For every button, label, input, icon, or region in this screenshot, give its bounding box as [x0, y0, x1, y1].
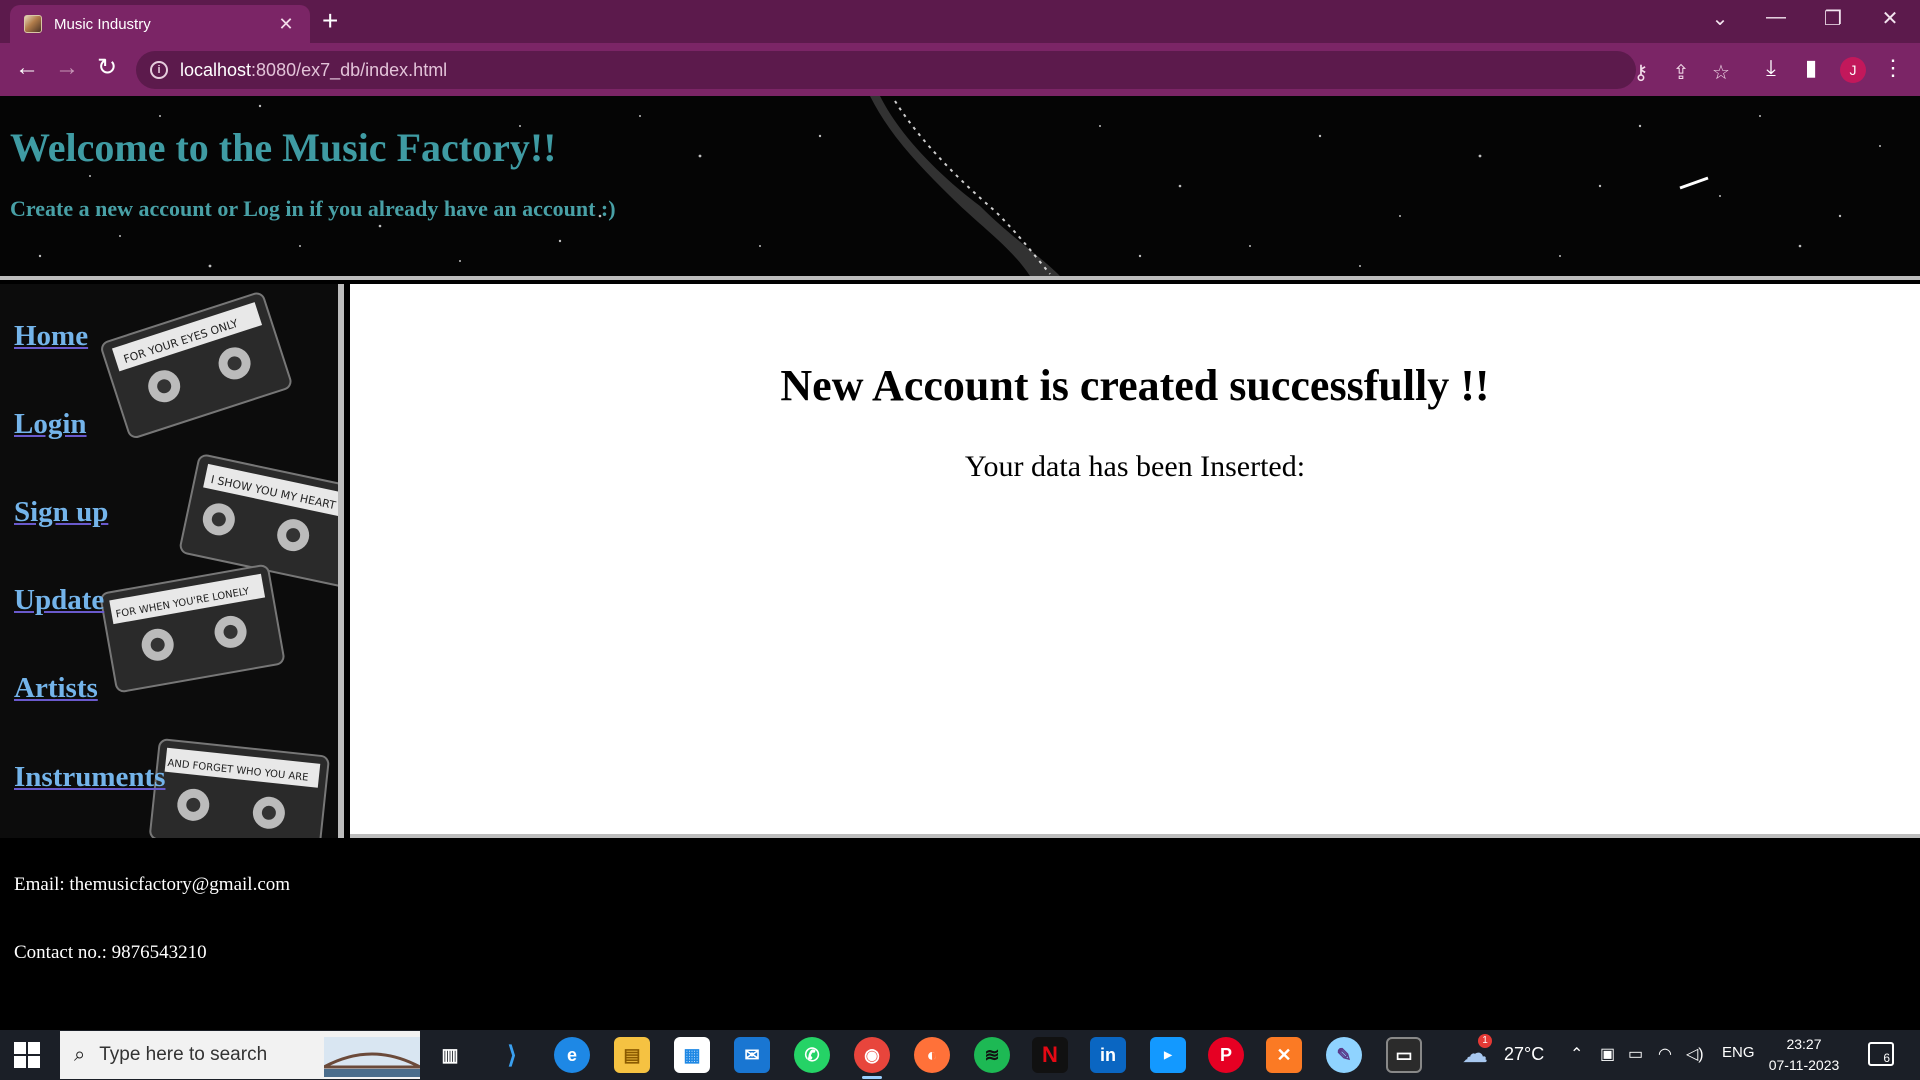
forward-arrow-icon[interactable]: →: [52, 55, 82, 81]
bookmark-star-icon[interactable]: ☆: [1708, 60, 1734, 85]
xampp-icon[interactable]: ✕: [1266, 1037, 1302, 1073]
windows-start-icon[interactable]: [14, 1042, 40, 1068]
cassette-tapes-background: FOR YOUR EYES ONLY I SHOW YOU MY HEART F…: [0, 284, 338, 838]
paint-icon[interactable]: ✎: [1326, 1037, 1362, 1073]
volume-icon[interactable]: ◁): [1686, 1044, 1704, 1064]
linkedin-icon[interactable]: in: [1090, 1037, 1126, 1073]
sidebar-link-home[interactable]: Home: [14, 320, 88, 353]
starfield-background: [0, 96, 1920, 276]
show-hidden-icons-chevron-icon[interactable]: ⌃: [1570, 1044, 1583, 1064]
weather-badge: 1: [1478, 1034, 1492, 1048]
address-bar[interactable]: i localhost:8080/ex7_db/index.html ⚷ ⇪ ☆: [136, 51, 1730, 89]
vscode-icon[interactable]: ⟩: [494, 1037, 530, 1073]
page-subtitle: Create a new account or Log in if you al…: [10, 196, 616, 221]
browser-toolbar: ← → ↻ i localhost:8080/ex7_db/index.html…: [0, 43, 1920, 96]
tab-search-chevron-icon[interactable]: ⌄: [1700, 6, 1740, 31]
clock-date: 07-11-2023: [1768, 1057, 1840, 1073]
device-icon[interactable]: ▣: [1600, 1044, 1615, 1064]
prime-video-icon[interactable]: ▶: [1150, 1037, 1186, 1073]
side-panel-icon[interactable]: ▮: [1796, 55, 1826, 81]
restore-button[interactable]: ❐: [1813, 6, 1853, 31]
firefox-icon[interactable]: ◐: [914, 1037, 950, 1073]
chrome-icon[interactable]: ◉: [854, 1037, 890, 1079]
insert-message: Your data has been Inserted:: [964, 450, 1306, 483]
sidebar-link-login[interactable]: Login: [14, 408, 87, 441]
minimize-button[interactable]: —: [1756, 6, 1796, 29]
reload-icon[interactable]: ↻: [92, 55, 122, 81]
footer-email: Email: themusicfactory@gmail.com: [14, 874, 291, 895]
share-icon[interactable]: ⇪: [1668, 60, 1694, 85]
netflix-icon[interactable]: N: [1032, 1037, 1068, 1073]
clock-time: 23:27: [1786, 1036, 1822, 1052]
download-icon[interactable]: ⤓: [1756, 55, 1786, 81]
url-host: localhost: [180, 59, 252, 80]
language-indicator[interactable]: ENG: [1722, 1044, 1755, 1061]
key-icon[interactable]: ⚷: [1628, 60, 1654, 85]
bridge-highlight-icon: [324, 1037, 420, 1077]
sidebar-link-update[interactable]: Update: [14, 584, 104, 617]
menu-kebab-icon[interactable]: ⋮: [1878, 55, 1908, 81]
search-placeholder: Type here to search: [99, 1044, 268, 1065]
terminal-icon[interactable]: ▭: [1386, 1037, 1422, 1073]
sidebar-nav: FOR YOUR EYES ONLY I SHOW YOU MY HEART F…: [0, 284, 344, 838]
main-content: New Account is created successfully !! Y…: [350, 284, 1920, 838]
windows-taskbar: ⌕ Type here to search ▥ ⟩ e ▤ ▦ ✉ ✆ ◉ ◐ …: [0, 1030, 1920, 1080]
browser-tab-music-industry[interactable]: Music Industry ✕: [10, 5, 310, 43]
tab-close-icon[interactable]: ✕: [276, 14, 296, 35]
notification-center-icon[interactable]: 6: [1868, 1042, 1894, 1066]
system-clock[interactable]: 23:27 07-11-2023: [1762, 1034, 1846, 1076]
page-header: Welcome to the Music Factory!! Create a …: [0, 96, 1920, 280]
search-icon: ⌕: [74, 1043, 86, 1066]
task-view-icon[interactable]: ▥: [432, 1037, 468, 1073]
footer-contact: Contact no.: 9876543210: [14, 942, 207, 963]
success-heading: New Account is created successfully !!: [780, 361, 1490, 410]
pinterest-icon[interactable]: P: [1208, 1037, 1244, 1073]
sidebar-link-artists[interactable]: Artists: [14, 672, 98, 705]
page-title: Welcome to the Music Factory!!: [10, 125, 557, 170]
tab-title: Music Industry: [54, 15, 151, 33]
back-arrow-icon[interactable]: ←: [12, 55, 42, 81]
wifi-icon[interactable]: ◠: [1658, 1044, 1672, 1064]
profile-avatar[interactable]: J: [1840, 57, 1866, 83]
sidebar-link-sign-up[interactable]: Sign up: [14, 496, 108, 529]
spotify-icon[interactable]: ≋: [974, 1037, 1010, 1073]
whatsapp-icon[interactable]: ✆: [794, 1037, 830, 1073]
url-path: :8080/ex7_db/index.html: [251, 59, 448, 80]
weather-temperature[interactable]: 27°C: [1504, 1044, 1544, 1065]
taskbar-search-box[interactable]: ⌕ Type here to search: [60, 1031, 420, 1079]
new-tab-button[interactable]: +: [322, 7, 338, 35]
sidebar-link-instruments[interactable]: Instruments: [14, 761, 165, 794]
file-explorer-icon[interactable]: ▤: [614, 1037, 650, 1073]
site-info-icon[interactable]: i: [150, 61, 168, 79]
battery-icon[interactable]: ▭: [1628, 1044, 1643, 1064]
mail-icon[interactable]: ✉: [734, 1037, 770, 1073]
page-footer: Email: themusicfactory@gmail.com Contact…: [0, 842, 1920, 1030]
close-window-button[interactable]: ✕: [1870, 6, 1910, 31]
browser-tab-strip: Music Industry ✕ + ⌄ — ❐ ✕: [0, 0, 1920, 43]
microsoft-store-icon[interactable]: ▦: [674, 1037, 710, 1073]
web-page: Welcome to the Music Factory!! Create a …: [0, 96, 1920, 1030]
edge-icon[interactable]: e: [554, 1037, 590, 1073]
favicon-icon: [24, 15, 42, 33]
